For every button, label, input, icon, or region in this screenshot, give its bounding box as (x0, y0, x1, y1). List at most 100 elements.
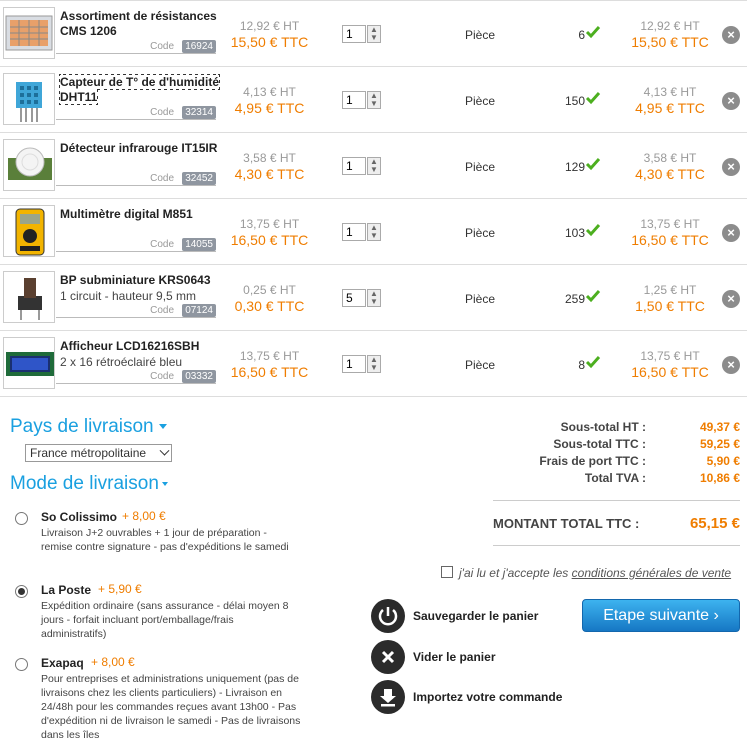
code-label: Code (150, 41, 174, 52)
stepper-arrows-icon[interactable]: ▲ ▼ (367, 25, 381, 43)
product-name-text[interactable]: Capteur de T° de d'humidité DHT11 (59, 74, 220, 105)
quantity-input[interactable] (342, 223, 366, 241)
line-total-ht: 1,25 € HT (643, 283, 697, 297)
stepper-arrows-icon[interactable]: ▲ ▼ (367, 289, 381, 307)
unit-price-ht: 12,92 € HT (239, 19, 300, 33)
delivery-country-title: Pays de livraison (10, 416, 154, 437)
line-total-ttc: 16,50 € TTC (631, 232, 709, 248)
line-total-ht: 12,92 € HT (640, 19, 700, 33)
checkmark-icon (585, 92, 601, 105)
empty-cart-button[interactable]: Vider le panier (371, 640, 591, 674)
code-label: Code (150, 239, 174, 250)
quantity-stepper[interactable]: ▲▼ (342, 25, 382, 43)
remove-item-icon[interactable]: × (722, 92, 740, 110)
quantity-stepper[interactable]: ▲▼ (342, 91, 382, 109)
shipping-option-socolissimo[interactable]: So Colissimo + 8,00 € Livraison J+2 ouvr… (10, 508, 300, 568)
quantity-stepper[interactable]: ▲▼ (342, 355, 382, 373)
unit-label: Pièce (464, 292, 496, 306)
radio-button[interactable] (15, 512, 28, 525)
next-step-button[interactable]: Etape suivante › (582, 599, 740, 632)
table-row: Assortiment de résistances CMS 1206 Code… (0, 1, 747, 67)
shipping-description: Livraison J+2 ouvrables + 1 jour de prép… (41, 527, 289, 553)
shipping-option-laposte[interactable]: La Poste + 5,90 € Expédition ordinaire (… (10, 581, 300, 641)
shipping-description: Pour entreprises et administrations uniq… (41, 673, 301, 741)
stock-count: 103 (564, 226, 585, 240)
remove-item-icon[interactable]: × (722, 290, 740, 308)
unit-label: Pièce (464, 160, 496, 174)
quantity-stepper[interactable]: ▲▼ (342, 289, 382, 307)
line-total-ttc: 15,50 € TTC (631, 34, 709, 50)
unit-price-ttc: 15,50 € TTC (230, 34, 309, 50)
checkmark-icon (585, 290, 601, 303)
stock-count: 259 (564, 292, 585, 306)
stock-count: 6 (578, 28, 585, 42)
product-name[interactable]: Capteur de T° de d'humidité DHT11 (59, 74, 220, 105)
shipping-description: Expédition ordinaire (sans assurance - d… (41, 600, 289, 640)
radio-button-selected[interactable] (15, 585, 28, 598)
line-total-ht: 3,58 € HT (643, 151, 697, 165)
stepper-arrows-icon[interactable]: ▲ ▼ (367, 223, 381, 241)
stock-count: 129 (564, 160, 585, 174)
product-image[interactable] (3, 7, 55, 59)
stepper-arrows-icon[interactable]: ▲ ▼ (367, 91, 381, 109)
remove-item-icon[interactable]: × (722, 158, 740, 176)
product-name[interactable]: Assortiment de résistances CMS 1206 (60, 9, 220, 39)
product-image[interactable] (3, 73, 55, 125)
delivery-mode-heading[interactable]: Mode de livraison (10, 473, 168, 495)
shipping-name: La Poste (41, 583, 92, 597)
quantity-input[interactable] (342, 91, 366, 109)
product-image[interactable] (3, 271, 55, 323)
quantity-input[interactable] (342, 157, 366, 175)
line-total-ttc: 4,95 € TTC (635, 100, 705, 116)
code-value: 16924 (182, 40, 216, 53)
quantity-input[interactable] (342, 355, 366, 373)
close-icon (371, 640, 405, 674)
quantity-stepper[interactable]: ▲▼ (342, 157, 382, 175)
product-image[interactable] (3, 205, 55, 257)
remove-item-icon[interactable]: × (722, 356, 740, 374)
product-code: Code 16924 (56, 40, 216, 54)
terms-checkbox[interactable] (441, 566, 453, 578)
chevron-down-icon (159, 445, 170, 456)
product-image[interactable] (3, 337, 55, 389)
checkmark-icon (585, 26, 601, 39)
unit-price-ttc: 0,30 € TTC (234, 298, 305, 314)
unit-label: Pièce (464, 226, 496, 240)
product-code: Code 32452 (56, 172, 216, 186)
product-description: 1 circuit - hauteur 9,5 mm (60, 289, 197, 303)
stepper-arrows-icon[interactable]: ▲ ▼ (367, 157, 381, 175)
terms-link[interactable]: conditions générales de vente (572, 566, 731, 580)
save-cart-button[interactable]: Sauvegarder le panier (371, 599, 591, 633)
quantity-input[interactable] (342, 289, 366, 307)
shipping-option-exapaq[interactable]: Exapaq + 8,00 € Pour entreprises et admi… (10, 654, 300, 744)
product-name[interactable]: BP subminiature KRS0643 (60, 273, 220, 288)
product-name[interactable]: Détecteur infrarouge IT15IR (60, 141, 220, 156)
line-total-ttc: 16,50 € TTC (631, 364, 709, 380)
table-row: Multimètre digital M851 Code 14055 13,75 … (0, 199, 747, 265)
quantity-input[interactable] (342, 25, 366, 43)
quantity-stepper[interactable]: ▲▼ (342, 223, 382, 241)
country-select[interactable]: France métropolitaine (25, 444, 172, 462)
product-image[interactable] (3, 139, 55, 191)
shipping-price: + 5,90 € (98, 582, 142, 596)
import-order-label: Importez votre commande (413, 690, 563, 704)
shipping-name: Exapaq (41, 656, 84, 670)
checkmark-icon (585, 224, 601, 237)
grand-total: MONTANT TOTAL TTC : 65,15 € (493, 500, 740, 546)
table-row: Détecteur infrarouge IT15IR Code 32452 3,… (0, 133, 747, 199)
product-name[interactable]: Afficheur LCD16216SBH (60, 339, 220, 354)
remove-item-icon[interactable]: × (722, 224, 740, 242)
terms-text: j'ai lu et j'accepte les conditions géné… (459, 566, 731, 580)
code-label: Code (150, 107, 174, 118)
import-order-button[interactable]: Importez votre commande (371, 680, 591, 714)
radio-button[interactable] (15, 658, 28, 671)
shipping-fee-label: Frais de port TTC : (539, 454, 646, 468)
remove-item-icon[interactable]: × (722, 26, 740, 44)
product-description: 2 x 16 rétroéclairé bleu (60, 355, 183, 369)
checkmark-icon (585, 158, 601, 171)
stepper-arrows-icon[interactable]: ▲ ▼ (367, 355, 381, 373)
delivery-country-heading[interactable]: Pays de livraison (10, 416, 167, 438)
product-code: Code 03332 (56, 370, 216, 384)
product-code: Code 32314 (56, 106, 216, 120)
product-name[interactable]: Multimètre digital M851 (60, 207, 220, 222)
